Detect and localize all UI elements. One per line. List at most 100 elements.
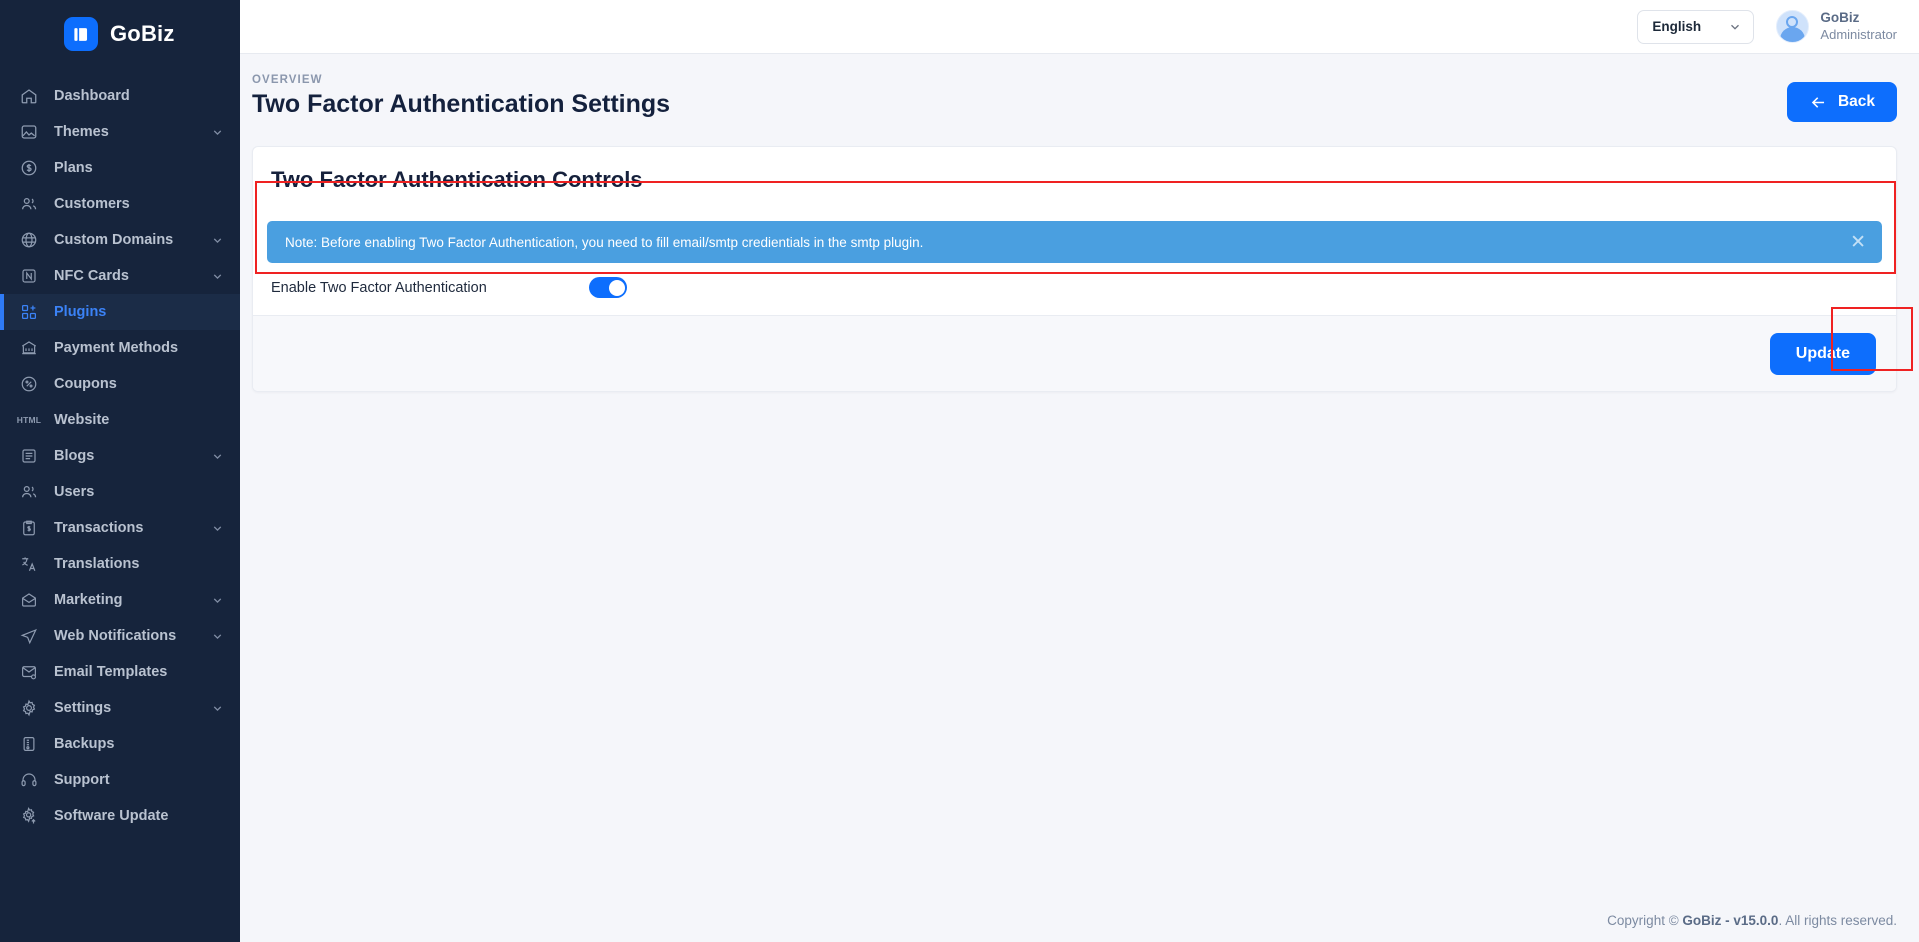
copyright-brand: GoBiz - v15.0.0 — [1682, 913, 1778, 928]
enable-2fa-toggle[interactable] — [589, 277, 627, 298]
sidebar-item-label: Dashboard — [54, 88, 224, 104]
chevron-down-icon — [211, 126, 224, 139]
sidebar-item-nfc-cards[interactable]: NFC Cards — [0, 258, 240, 294]
sidebar-item-label: Website — [54, 412, 224, 428]
chevron-down-icon — [211, 270, 224, 283]
topbar: English GoBiz Administrator — [240, 0, 1919, 54]
chevron-down-icon — [211, 522, 224, 535]
send-plane-icon — [18, 625, 40, 647]
sidebar-item-plugins[interactable]: Plugins — [0, 294, 240, 330]
sidebar-item-customers[interactable]: Customers — [0, 186, 240, 222]
sidebar-item-label: NFC Cards — [54, 268, 211, 284]
brand[interactable]: GoBiz — [0, 0, 240, 68]
breadcrumb: OVERVIEW — [252, 74, 670, 86]
www-globe-icon — [18, 229, 40, 251]
user-menu[interactable]: GoBiz Administrator — [1776, 10, 1897, 43]
gear-up-arrow-icon — [18, 805, 40, 827]
sidebar-item-label: Themes — [54, 124, 211, 140]
back-button-label: Back — [1838, 93, 1875, 111]
page-scroll-region: OVERVIEW Two Factor Authentication Setti… — [240, 54, 1919, 942]
chevron-down-icon — [211, 234, 224, 247]
plugins-grid-icon — [18, 301, 40, 323]
sidebar-item-transactions[interactable]: Transactions — [0, 510, 240, 546]
update-button[interactable]: Update — [1770, 333, 1876, 375]
sidebar-item-website[interactable]: HTML Website — [0, 402, 240, 438]
main-area: English GoBiz Administrator OVERVIEW Two… — [240, 0, 1919, 942]
translate-icon — [18, 553, 40, 575]
back-button[interactable]: Back — [1787, 82, 1897, 122]
app-root: GoBiz Dashboard Themes Plans Customers — [0, 0, 1919, 942]
copyright-suffix: . All rights reserved. — [1778, 913, 1897, 928]
chevron-down-icon — [211, 594, 224, 607]
brand-name: GoBiz — [110, 21, 175, 47]
sidebar-item-plans[interactable]: Plans — [0, 150, 240, 186]
sidebar-item-label: Settings — [54, 700, 211, 716]
sidebar-item-blogs[interactable]: Blogs — [0, 438, 240, 474]
sidebar-item-label: Web Notifications — [54, 628, 211, 644]
users-icon — [18, 193, 40, 215]
sidebar-item-label: Coupons — [54, 376, 224, 392]
alert-message: Note: Before enabling Two Factor Authent… — [285, 235, 923, 250]
user-avatar-icon — [1776, 10, 1809, 43]
bank-icon — [18, 337, 40, 359]
clipboard-money-icon — [18, 517, 40, 539]
headset-icon — [18, 769, 40, 791]
sidebar-item-settings[interactable]: Settings — [0, 690, 240, 726]
sidebar-item-software-update[interactable]: Software Update — [0, 798, 240, 834]
page-header: OVERVIEW Two Factor Authentication Setti… — [240, 54, 1919, 122]
sidebar-item-label: Plugins — [54, 304, 224, 320]
sidebar-item-themes[interactable]: Themes — [0, 114, 240, 150]
chevron-down-icon — [211, 450, 224, 463]
dollar-circle-icon — [18, 157, 40, 179]
gear-icon — [18, 697, 40, 719]
footer-copyright: Copyright © GoBiz - v15.0.0. All rights … — [240, 913, 1919, 942]
percent-circle-icon — [18, 373, 40, 395]
sidebar-item-support[interactable]: Support — [0, 762, 240, 798]
sidebar-item-marketing[interactable]: Marketing — [0, 582, 240, 618]
user-name: GoBiz — [1820, 10, 1897, 27]
two-factor-card: Two Factor Authentication Controls Note:… — [252, 146, 1897, 392]
sidebar-item-custom-domains[interactable]: Custom Domains — [0, 222, 240, 258]
close-icon[interactable]: ✕ — [1850, 233, 1866, 252]
language-select[interactable]: English — [1637, 10, 1754, 44]
sidebar-item-email-templates[interactable]: Email Templates — [0, 654, 240, 690]
chevron-down-icon — [211, 630, 224, 643]
sidebar-item-label: Blogs — [54, 448, 211, 464]
sidebar-item-label: Support — [54, 772, 224, 788]
sidebar: GoBiz Dashboard Themes Plans Customers — [0, 0, 240, 942]
card-body: Note: Before enabling Two Factor Authent… — [253, 221, 1896, 315]
html-icon: HTML — [18, 409, 40, 431]
sidebar-item-web-notifications[interactable]: Web Notifications — [0, 618, 240, 654]
sidebar-item-label: Users — [54, 484, 224, 500]
sidebar-item-label: Email Templates — [54, 664, 224, 680]
enable-2fa-row: Enable Two Factor Authentication — [267, 263, 1882, 315]
copyright-prefix: Copyright © — [1607, 913, 1682, 928]
book-logo-icon — [64, 17, 98, 51]
sidebar-item-backups[interactable]: Backups — [0, 726, 240, 762]
card-footer: Update — [253, 315, 1896, 391]
user-role: Administrator — [1820, 27, 1897, 43]
image-icon — [18, 121, 40, 143]
nfc-card-icon — [18, 265, 40, 287]
sidebar-item-label: Payment Methods — [54, 340, 224, 356]
sidebar-item-dashboard[interactable]: Dashboard — [0, 78, 240, 114]
info-alert: Note: Before enabling Two Factor Authent… — [267, 221, 1882, 263]
users-icon — [18, 481, 40, 503]
sidebar-item-users[interactable]: Users — [0, 474, 240, 510]
sidebar-item-label: Backups — [54, 736, 224, 752]
sidebar-nav: Dashboard Themes Plans Customers Custom … — [0, 78, 240, 834]
sidebar-item-coupons[interactable]: Coupons — [0, 366, 240, 402]
chevron-down-icon — [1728, 20, 1742, 34]
sidebar-item-label: Software Update — [54, 808, 224, 824]
sidebar-item-payment-methods[interactable]: Payment Methods — [0, 330, 240, 366]
sidebar-item-label: Custom Domains — [54, 232, 211, 248]
page-title: Two Factor Authentication Settings — [252, 90, 670, 119]
sidebar-item-translations[interactable]: Translations — [0, 546, 240, 582]
page-content: Two Factor Authentication Controls Note:… — [240, 122, 1919, 913]
article-icon — [18, 445, 40, 467]
home-icon — [18, 85, 40, 107]
chevron-down-icon — [211, 702, 224, 715]
sidebar-item-label: Transactions — [54, 520, 211, 536]
arrow-left-icon — [1809, 93, 1828, 112]
sidebar-item-label: Customers — [54, 196, 224, 212]
